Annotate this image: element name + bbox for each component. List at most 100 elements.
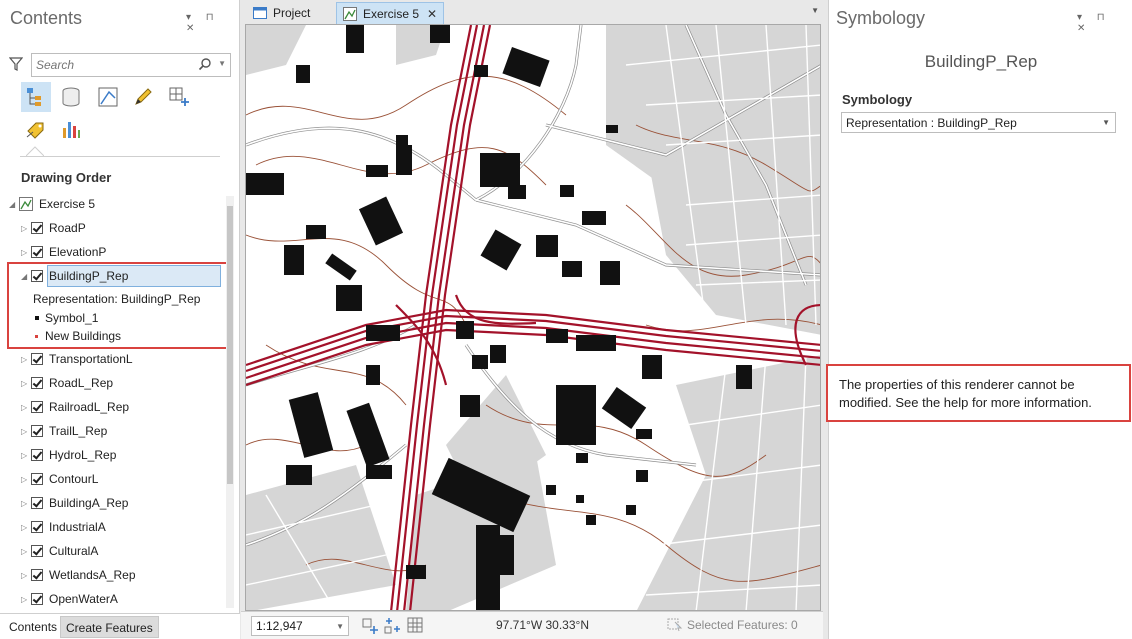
layer-checkbox[interactable] xyxy=(31,593,43,605)
renderer-info-message: The properties of this renderer cannot b… xyxy=(826,364,1131,422)
symbology-pane: Symbology ▾ ⊓ ✕ BuildingP_Rep Symbology … xyxy=(826,0,1132,639)
expand-icon[interactable]: ▷ xyxy=(21,499,31,508)
expand-icon[interactable]: ▷ xyxy=(21,427,31,436)
tab-overflow-icon[interactable]: ▼ xyxy=(811,6,819,15)
chevron-down-icon[interactable]: ▼ xyxy=(336,622,344,631)
layer-item[interactable]: ▷ HydroL_Rep xyxy=(21,445,116,465)
close-icon[interactable]: ✕ xyxy=(427,7,437,21)
expand-icon[interactable]: ▷ xyxy=(21,547,31,556)
coordinate-readout: 97.71°W 30.33°N xyxy=(496,618,589,632)
filter-icon[interactable] xyxy=(9,57,23,71)
symbology-layer-name: BuildingP_Rep xyxy=(924,52,1038,71)
layer-label: ContourL xyxy=(49,472,99,486)
chevron-down-icon[interactable]: ▼ xyxy=(1102,118,1110,127)
layer-label: RailroadL_Rep xyxy=(49,400,130,414)
expand-icon[interactable]: ▷ xyxy=(21,475,31,484)
map-view[interactable] xyxy=(245,24,821,611)
contents-title: Contents xyxy=(10,8,83,28)
list-by-editing-icon[interactable] xyxy=(128,82,158,112)
pane-controls[interactable]: ▾ ⊓ ✕ xyxy=(186,12,239,34)
layer-checkbox[interactable] xyxy=(31,246,43,258)
expand-icon[interactable]: ▷ xyxy=(21,355,31,364)
layer-label: RoadP xyxy=(49,221,86,235)
layer-checkbox[interactable] xyxy=(31,473,43,485)
list-by-data-source-icon[interactable] xyxy=(56,82,86,112)
layer-checkbox[interactable] xyxy=(31,449,43,461)
layer-label: WetlandsA_Rep xyxy=(49,568,136,582)
expand-icon[interactable]: ▷ xyxy=(21,571,31,580)
layer-checkbox[interactable] xyxy=(31,497,43,509)
contents-pane: Contents ▾ ⊓ ✕ ▼ Drawing Order ◢ Exer xyxy=(0,0,240,639)
layer-checkbox[interactable] xyxy=(31,425,43,437)
layer-checkbox[interactable] xyxy=(31,377,43,389)
contents-scrollbar-thumb[interactable] xyxy=(227,206,233,484)
document-tab-strip: Project Exercise 5 ✕ ▼ xyxy=(241,0,823,24)
list-by-selection-icon[interactable] xyxy=(93,82,123,112)
layer-item[interactable]: ▷ RoadL_Rep xyxy=(21,373,113,393)
tab-contents[interactable]: Contents xyxy=(4,616,63,638)
layer-checkbox[interactable] xyxy=(31,401,43,413)
selected-features-count[interactable]: Selected Features: 0 xyxy=(687,618,798,632)
expand-icon[interactable]: ▷ xyxy=(21,451,31,460)
map-status-bar: 1:12,947 ▼ 97.71°W 30.33°N Selected Feat… xyxy=(241,611,823,639)
tab-exercise-5[interactable]: Exercise 5 ✕ xyxy=(336,2,445,24)
expand-icon[interactable]: ▷ xyxy=(21,379,31,388)
map-canvas[interactable] xyxy=(246,25,821,611)
expand-icon[interactable]: ▷ xyxy=(21,595,31,604)
layer-label: ElevationP xyxy=(49,245,107,259)
list-by-charts-icon[interactable] xyxy=(56,114,86,144)
layer-item[interactable]: ▷ RailroadL_Rep xyxy=(21,397,129,417)
expand-icon[interactable]: ▷ xyxy=(21,523,31,532)
project-icon xyxy=(253,7,267,19)
selection-icon[interactable] xyxy=(667,616,683,632)
layer-item[interactable]: ▷ ContourL xyxy=(21,469,98,489)
scale-selector[interactable]: 1:12,947 ▼ xyxy=(251,616,349,636)
tab-project[interactable]: Project xyxy=(247,2,316,24)
layer-item[interactable]: ▷ BuildingA_Rep xyxy=(21,493,128,513)
layer-item[interactable]: ▷ OpenWaterA xyxy=(21,589,118,609)
list-by-snapping-icon[interactable] xyxy=(164,82,194,112)
layer-item[interactable]: ▷ CulturalA xyxy=(21,541,98,561)
map-icon xyxy=(343,6,357,21)
list-by-drawing-order-icon[interactable] xyxy=(21,82,51,112)
layer-label: IndustrialA xyxy=(49,520,106,534)
fixed-zoom-icon[interactable] xyxy=(361,617,379,635)
map-icon xyxy=(19,197,33,211)
layer-checkbox[interactable] xyxy=(31,569,43,581)
collapse-icon[interactable]: ◢ xyxy=(9,200,19,209)
renderer-dropdown[interactable]: Representation : BuildingP_Rep ▼ xyxy=(841,112,1116,133)
tab-create-features[interactable]: Create Features xyxy=(60,616,159,638)
map-name: Exercise 5 xyxy=(39,197,96,211)
search-dropdown-icon[interactable]: ▼ xyxy=(218,59,226,68)
layer-item[interactable]: ▷ IndustrialA xyxy=(21,517,106,537)
navigation-icon[interactable] xyxy=(384,617,402,635)
map-node[interactable]: ◢ Exercise 5 xyxy=(9,194,95,214)
collapse-icon[interactable]: ◢ xyxy=(21,272,31,281)
search-input[interactable] xyxy=(36,55,196,75)
layer-item[interactable]: ▷ TransportationL xyxy=(21,349,133,369)
layer-item[interactable]: ▷ ElevationP xyxy=(21,242,106,262)
expand-icon[interactable]: ▷ xyxy=(21,248,31,257)
grid-icon[interactable] xyxy=(407,617,423,633)
layer-label: HydroL_Rep xyxy=(49,448,117,462)
layer-checkbox[interactable] xyxy=(31,545,43,557)
expand-icon[interactable]: ▷ xyxy=(21,224,31,233)
layer-label: BuildingA_Rep xyxy=(49,496,129,510)
layer-checkbox[interactable] xyxy=(31,270,43,282)
layer-label: TrailL_Rep xyxy=(49,424,108,438)
layer-checkbox[interactable] xyxy=(31,222,43,234)
layer-item[interactable]: ▷ RoadP xyxy=(21,218,86,238)
expand-icon[interactable]: ▷ xyxy=(21,403,31,412)
search-icon[interactable] xyxy=(198,57,212,71)
search-box[interactable]: ▼ xyxy=(31,53,231,77)
layer-item-selected[interactable]: ◢ BuildingP_Rep xyxy=(21,266,134,286)
layer-label[interactable]: BuildingP_Rep xyxy=(49,269,134,283)
layer-checkbox[interactable] xyxy=(31,353,43,365)
pane-controls[interactable]: ▾ ⊓ ✕ xyxy=(1077,12,1132,34)
layer-label: OpenWaterA xyxy=(49,592,118,606)
layer-item[interactable]: ▷ WetlandsA_Rep xyxy=(21,565,136,585)
list-by-labeling-icon[interactable] xyxy=(21,114,51,144)
toolbar-divider xyxy=(20,156,220,157)
layer-item[interactable]: ▷ TrailL_Rep xyxy=(21,421,107,441)
layer-checkbox[interactable] xyxy=(31,521,43,533)
